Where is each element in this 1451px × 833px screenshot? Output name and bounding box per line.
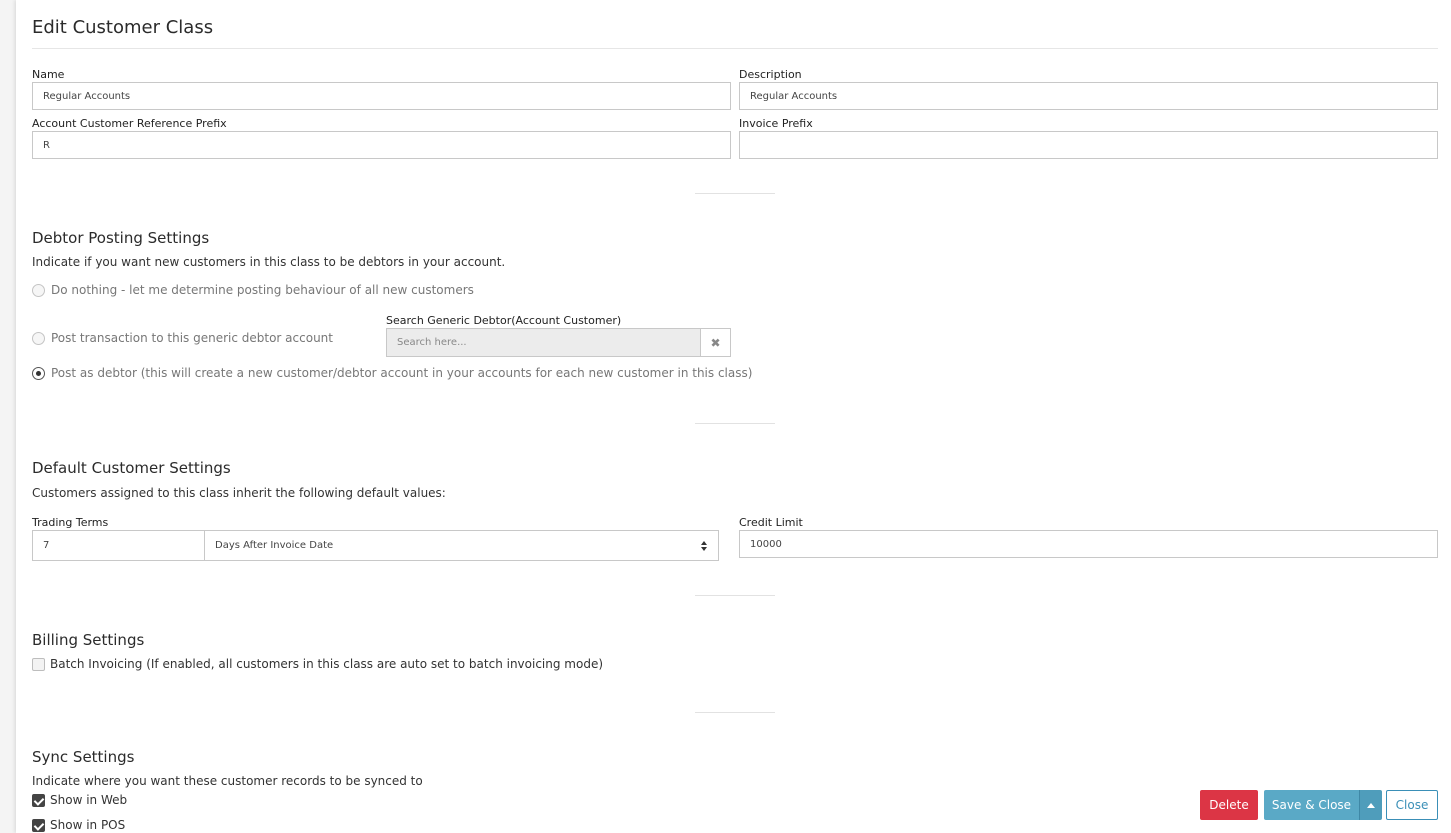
close-button[interactable]: Close bbox=[1386, 790, 1438, 820]
radio-post-as-debtor-label: Post as debtor (this will create a new c… bbox=[51, 366, 753, 380]
credit-limit-label: Credit Limit bbox=[739, 516, 803, 529]
edit-customer-class-panel: Edit Customer Class Name Regular Account… bbox=[16, 0, 1451, 833]
search-debtor-input[interactable]: Search here... bbox=[386, 328, 701, 357]
description-label: Description bbox=[739, 68, 802, 81]
radio-generic-debtor[interactable] bbox=[32, 332, 45, 345]
clear-search-button[interactable]: ✖ bbox=[700, 328, 731, 357]
show-in-pos-label: Show in POS bbox=[50, 818, 126, 832]
trading-terms-label: Trading Terms bbox=[32, 516, 109, 529]
reference-prefix-input[interactable]: R bbox=[32, 131, 731, 159]
sync-section-title: Sync Settings bbox=[32, 748, 135, 766]
section-divider bbox=[695, 712, 775, 713]
name-label: Name bbox=[32, 68, 65, 81]
batch-invoicing-label: Batch Invoicing (If enabled, all custome… bbox=[50, 657, 604, 671]
show-in-web-label: Show in Web bbox=[50, 793, 128, 807]
save-options-dropdown-button[interactable] bbox=[1359, 790, 1382, 820]
select-arrows-icon bbox=[701, 540, 707, 551]
delete-button[interactable]: Delete bbox=[1200, 790, 1258, 820]
radio-generic-debtor-label: Post transaction to this generic debtor … bbox=[51, 331, 333, 345]
name-input[interactable]: Regular Accounts bbox=[32, 82, 731, 110]
defaults-section-description: Customers assigned to this class inherit… bbox=[32, 486, 446, 500]
trading-terms-days-input[interactable]: 7 bbox=[32, 530, 205, 561]
reference-prefix-label: Account Customer Reference Prefix bbox=[32, 117, 227, 130]
search-debtor-label: Search Generic Debtor(Account Customer) bbox=[386, 314, 622, 327]
page-title: Edit Customer Class bbox=[32, 17, 214, 38]
credit-limit-input[interactable]: 10000 bbox=[739, 530, 1438, 558]
caret-up-icon bbox=[1367, 802, 1375, 808]
show-in-pos-checkbox[interactable] bbox=[32, 819, 45, 832]
section-divider bbox=[695, 423, 775, 424]
description-input[interactable]: Regular Accounts bbox=[739, 82, 1438, 110]
billing-section-title: Billing Settings bbox=[32, 631, 145, 649]
batch-invoicing-checkbox[interactable] bbox=[32, 658, 45, 671]
radio-post-as-debtor[interactable] bbox=[32, 367, 45, 380]
save-close-button[interactable]: Save & Close bbox=[1264, 790, 1359, 820]
defaults-section-title: Default Customer Settings bbox=[32, 459, 231, 477]
trading-terms-type-select[interactable]: Days After Invoice Date bbox=[204, 530, 719, 561]
title-divider bbox=[32, 48, 1438, 49]
debtor-section-description: Indicate if you want new customers in th… bbox=[32, 255, 506, 269]
section-divider bbox=[695, 193, 775, 194]
invoice-prefix-input[interactable] bbox=[739, 131, 1438, 159]
trading-terms-type-value: Days After Invoice Date bbox=[215, 540, 334, 551]
sync-section-description: Indicate where you want these customer r… bbox=[32, 774, 423, 788]
debtor-section-title: Debtor Posting Settings bbox=[32, 229, 210, 247]
show-in-web-checkbox[interactable] bbox=[32, 794, 45, 807]
close-icon: ✖ bbox=[710, 335, 721, 350]
section-divider bbox=[695, 595, 775, 596]
search-debtor-placeholder: Search here... bbox=[397, 337, 467, 348]
radio-do-nothing-label: Do nothing - let me determine posting be… bbox=[51, 283, 474, 297]
invoice-prefix-label: Invoice Prefix bbox=[739, 117, 813, 130]
radio-do-nothing[interactable] bbox=[32, 284, 45, 297]
